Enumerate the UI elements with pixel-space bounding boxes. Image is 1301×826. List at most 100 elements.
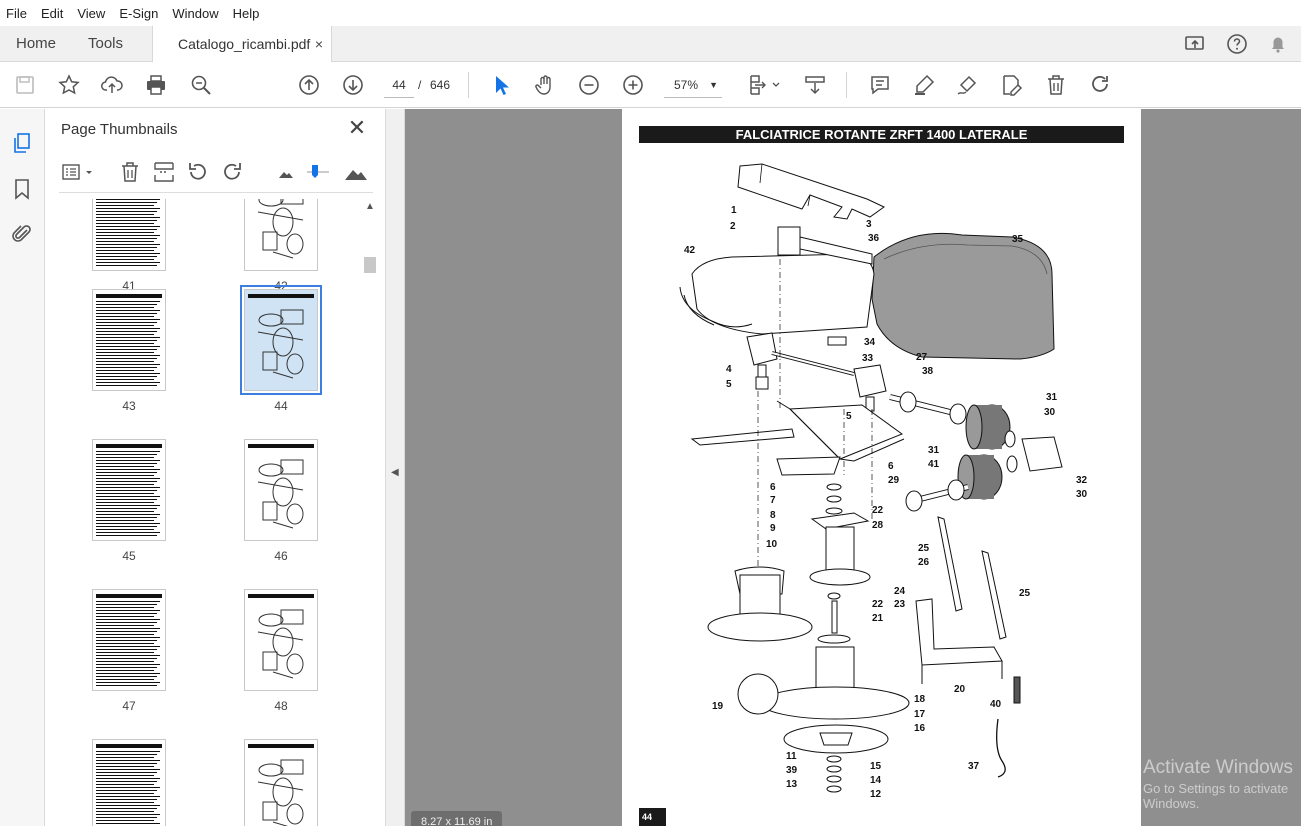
zoom-search-icon[interactable] [189, 73, 213, 97]
thumbnail-text-line [96, 619, 160, 620]
thumbnail-text-line [96, 520, 154, 521]
page-thumbnails-icon[interactable] [10, 131, 34, 155]
comment-icon[interactable] [868, 73, 892, 97]
menu-esign[interactable]: E-Sign [119, 6, 158, 21]
thumbnail-header-bar [248, 294, 314, 298]
page-thumbnail[interactable] [92, 289, 166, 391]
page-thumbnail[interactable] [244, 739, 318, 826]
part-number-label: 23 [894, 599, 906, 610]
scrollbar-thumb[interactable] [364, 257, 376, 273]
page-number-input[interactable]: 44 [384, 72, 414, 98]
delete-page-icon[interactable] [117, 159, 143, 185]
page-thumbnail[interactable] [244, 199, 318, 271]
thumbnail-text-line [96, 802, 154, 803]
zoom-out-icon[interactable] [577, 73, 601, 97]
menu-file[interactable]: File [6, 6, 27, 21]
share-screen-icon[interactable] [1183, 32, 1207, 56]
page-thumbnail[interactable] [92, 439, 166, 541]
part-number-label: 8 [770, 510, 776, 521]
part-number-label: 28 [872, 520, 884, 531]
thumbnail-text-line [96, 478, 160, 479]
rotate-left-icon[interactable] [185, 159, 211, 185]
thumbnail-page-label: 48 [274, 699, 288, 713]
part-number-label: 17 [914, 709, 926, 720]
edit-icon[interactable] [999, 73, 1023, 97]
hand-icon[interactable] [533, 73, 557, 97]
thumbnail-text-line [96, 202, 157, 203]
thumbnail-scrollbar[interactable]: ▲ [363, 201, 377, 826]
thumbnail-text-line [96, 679, 154, 680]
part-number-label: 30 [1076, 489, 1088, 500]
menu-view[interactable]: View [77, 6, 105, 21]
page-separator: / [418, 78, 422, 92]
thumbnail-text-line [96, 223, 154, 224]
star-icon[interactable] [57, 73, 81, 97]
sign-icon[interactable] [955, 73, 979, 97]
thumbnail-small-icon[interactable] [273, 159, 299, 185]
highlight-icon[interactable] [912, 73, 936, 97]
notification-bell-icon[interactable] [1266, 32, 1290, 56]
help-icon[interactable] [1225, 32, 1249, 56]
attachment-icon[interactable] [10, 222, 34, 246]
part-number-label: 3 [866, 219, 872, 230]
page-thumbnail[interactable] [244, 439, 318, 541]
thumbnail-text-line [96, 304, 157, 305]
thumbnail-text-line [96, 229, 157, 230]
thumbnail-text-line [96, 364, 160, 365]
options-menu-icon[interactable] [61, 159, 95, 185]
panel-splitter[interactable]: ◀ [385, 109, 405, 826]
zoom-level-select[interactable]: 57% ▼ [664, 72, 722, 98]
part-number-label: 31 [1046, 392, 1058, 403]
thumbnail-text-line [96, 790, 157, 791]
collapse-panel-icon[interactable]: ◀ [391, 467, 399, 478]
print-icon[interactable] [144, 73, 168, 97]
chevron-down-icon: ▼ [709, 80, 718, 90]
document-viewer[interactable]: FALCIATRICE ROTANTE ZRFT 1400 LATERALE 1… [405, 109, 1301, 826]
rotate-right-icon[interactable] [219, 159, 245, 185]
upload-icon[interactable] [100, 73, 124, 97]
scroll-up-icon[interactable]: ▲ [365, 201, 375, 212]
insert-page-icon[interactable] [151, 159, 177, 185]
page-thumbnail[interactable] [92, 199, 166, 271]
thumbnail-text-line [96, 217, 160, 218]
tab-tools[interactable]: Tools [88, 26, 123, 62]
bookmark-icon[interactable] [10, 177, 34, 201]
redo-icon[interactable] [1088, 73, 1112, 97]
menu-window[interactable]: Window [172, 6, 218, 21]
page-thumbnail[interactable] [244, 589, 318, 691]
page-thumbnail[interactable] [92, 739, 166, 826]
thumbnail-page-label: 43 [122, 399, 136, 413]
thumbnail-diagram [257, 459, 304, 529]
zoom-level-value: 57% [674, 78, 699, 92]
menu-help[interactable]: Help [233, 6, 260, 21]
thumbnail-size-slider[interactable] [305, 159, 331, 185]
close-icon[interactable]: ✕ [345, 117, 369, 141]
thumbnail-text-line [96, 331, 157, 332]
thumbnail-text-line [96, 625, 154, 626]
page-thumbnail[interactable] [92, 589, 166, 691]
part-number-label: 6 [888, 461, 894, 472]
zoom-in-icon[interactable] [621, 73, 645, 97]
thumbnail-text-line [96, 301, 160, 302]
thumbnail-text-line [96, 643, 154, 644]
fit-page-icon[interactable] [748, 73, 782, 97]
page-up-icon[interactable] [297, 73, 321, 97]
thumbnail-toolbar [59, 155, 373, 193]
page-down-icon[interactable] [341, 73, 365, 97]
save-icon[interactable] [13, 73, 37, 97]
tab-document[interactable]: Catalogo_ricambi.pdf × [152, 26, 332, 63]
thumbnail-text-line [96, 484, 154, 485]
thumbnail-text-line [96, 535, 157, 536]
menu-edit[interactable]: Edit [41, 6, 63, 21]
tab-home[interactable]: Home [16, 26, 56, 62]
tab-close-icon[interactable]: × [315, 26, 323, 62]
part-number-label: 41 [928, 459, 940, 470]
page-thumbnail[interactable] [240, 285, 322, 395]
thumbnail-text-line [96, 340, 157, 341]
select-arrow-icon[interactable] [489, 73, 513, 97]
thumbnail-text-line [96, 508, 157, 509]
thumbnail-large-icon[interactable] [343, 159, 369, 185]
thumbnail-text-line [96, 262, 160, 263]
scroll-mode-icon[interactable] [803, 73, 827, 97]
delete-icon[interactable] [1044, 73, 1068, 97]
